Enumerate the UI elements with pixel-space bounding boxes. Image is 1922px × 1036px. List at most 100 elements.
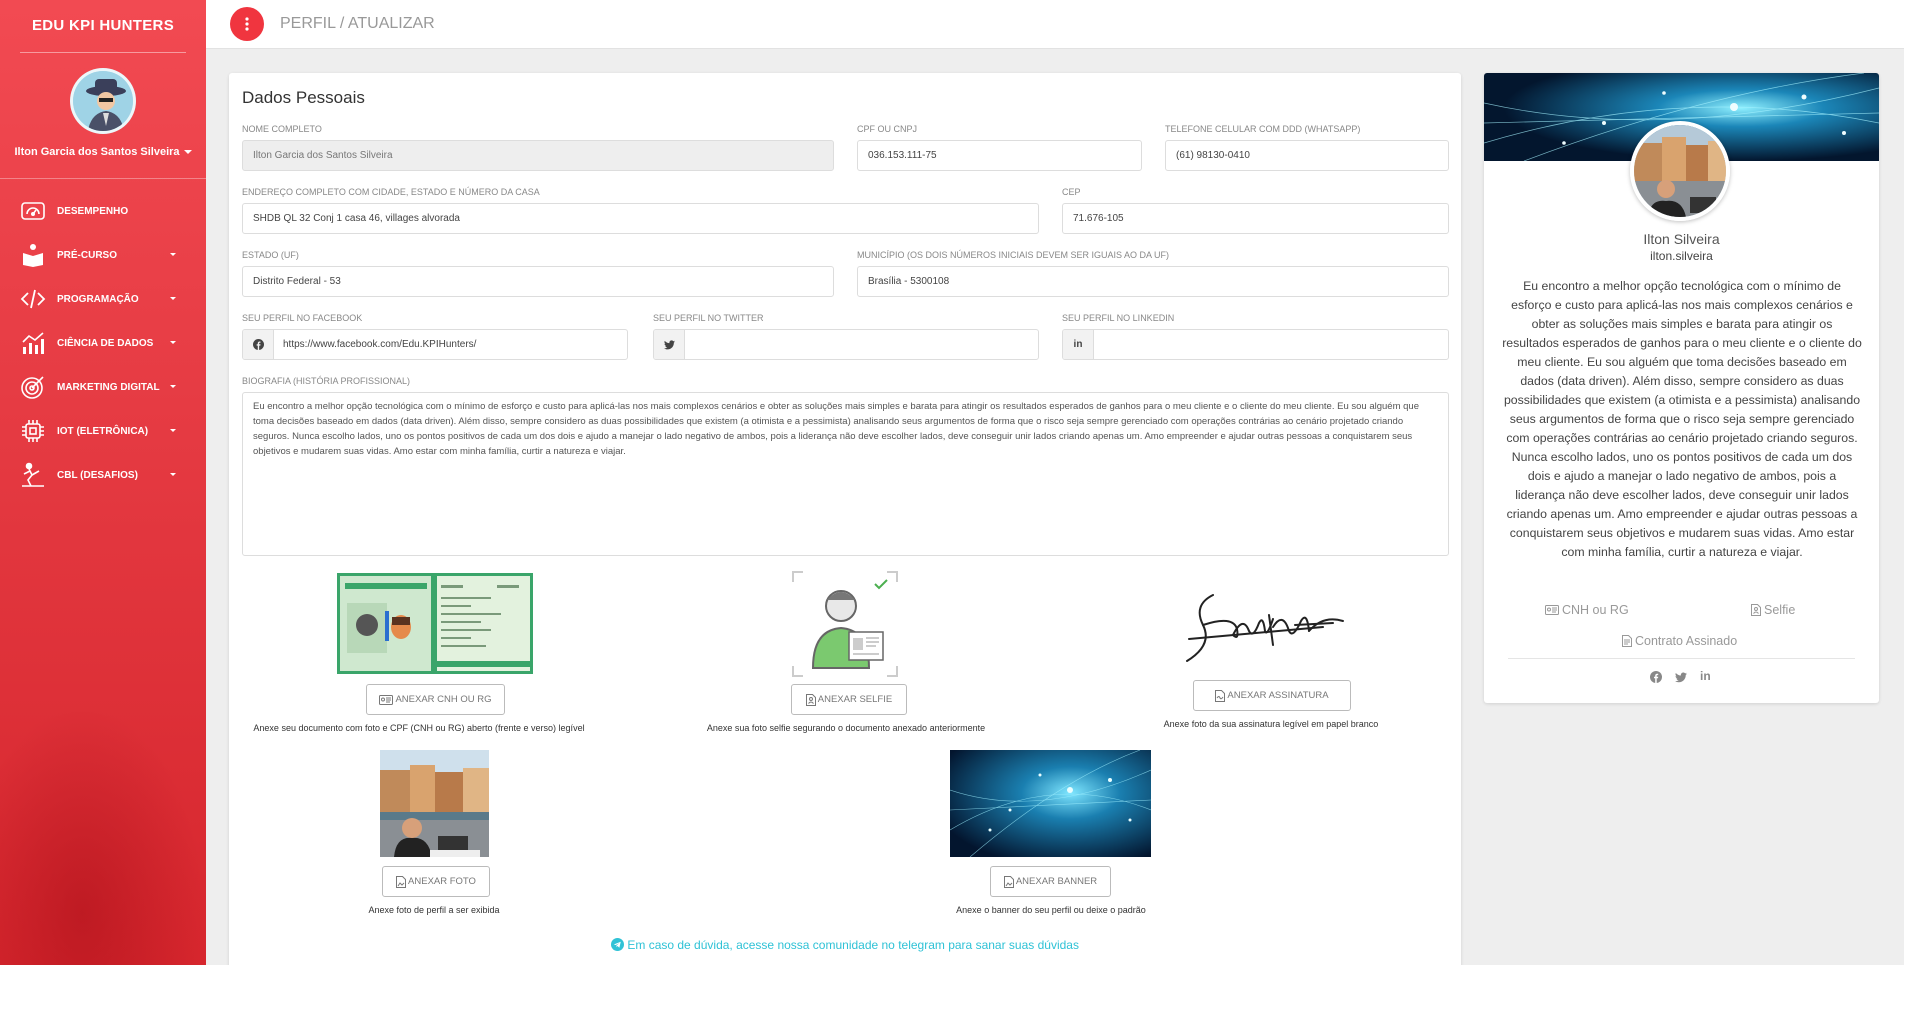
menu-button[interactable]: [230, 7, 264, 41]
file-signature-icon: [1215, 689, 1226, 702]
banner-image: [950, 750, 1151, 857]
user-menu-toggle[interactable]: Ilton Garcia dos Santos Silveira: [0, 146, 206, 158]
selfie-placeholder-image: [791, 570, 899, 678]
code-icon: [20, 289, 46, 309]
profile-preview-card: Ilton Silveira ilton.silveira Eu encontr…: [1484, 73, 1879, 703]
attach-banner-label: ANEXAR BANNER: [1015, 876, 1098, 887]
attach-photo-button[interactable]: ANEXAR FOTO: [382, 866, 490, 897]
sidebar-item-label: MARKETING DIGITAL: [57, 381, 160, 393]
nome-label: NOME COMPLETO: [242, 124, 322, 134]
profile-link-cnh[interactable]: CNH ou RG: [1545, 603, 1629, 617]
chip-icon: [22, 420, 44, 442]
chevron-down-icon: [170, 473, 176, 476]
avatar[interactable]: [70, 68, 136, 134]
cpf-label: CPF OU CNPJ: [857, 124, 918, 134]
twitter-field[interactable]: [653, 329, 1039, 360]
bio-textarea[interactable]: Eu encontro a melhor opção tecnológica c…: [242, 392, 1449, 556]
cpf-field[interactable]: 036.153.111-75: [857, 140, 1142, 171]
attach-photo-label: ANEXAR FOTO: [408, 876, 476, 887]
endereco-field[interactable]: SHDB QL 32 Conj 1 casa 46, villages alvo…: [242, 203, 1039, 234]
brand-title[interactable]: EDU KPI HUNTERS: [0, 0, 206, 52]
municipio-select[interactable]: Brasília - 5300108: [857, 266, 1449, 297]
profile-link-contrato-label: Contrato Assinado: [1635, 634, 1738, 648]
attach-selfie-button[interactable]: ANEXAR SELFIE: [791, 684, 907, 715]
chevron-down-icon: [170, 341, 176, 344]
twitter-icon[interactable]: [1675, 670, 1687, 688]
chevron-down-icon: [170, 297, 176, 300]
sidebar-item-label: IOT (ELETRÔNICA): [57, 425, 149, 437]
chevron-down-icon: [170, 429, 176, 432]
personal-data-card: Dados Pessoais NOME COMPLETO Ilton Garci…: [229, 73, 1461, 965]
sidebar-nav: DESEMPENHO PRÉ-CURSO PROGRAMAÇÃO CIÊNCIA…: [0, 189, 206, 497]
profile-link-selfie[interactable]: Selfie: [1751, 603, 1795, 617]
attach-signature-button[interactable]: ANEXAR ASSINATURA: [1193, 680, 1351, 711]
sidebar-item-label: PROGRAMAÇÃO: [57, 293, 139, 305]
facebook-field[interactable]: https://www.facebook.com/Edu.KPIHunters/: [242, 329, 628, 360]
nome-field: Ilton Garcia dos Santos Silveira: [242, 140, 834, 171]
sidebar-item-marketing-digital[interactable]: MARKETING DIGITAL: [0, 365, 206, 409]
facebook-label: SEU PERFIL NO FACEBOOK: [242, 313, 363, 323]
cnh-caption: Anexe seu documento com foto e CPF (CNH …: [253, 723, 585, 733]
signature-caption: Anexe foto da sua assinatura legível em …: [1163, 719, 1379, 729]
banner-caption: Anexe o banner do seu perfil ou deixe o …: [956, 905, 1146, 915]
estado-select[interactable]: Distrito Federal - 53: [242, 266, 834, 297]
profile-link-cnh-label: CNH ou RG: [1562, 603, 1629, 617]
twitter-label: SEU PERFIL NO TWITTER: [653, 313, 764, 323]
bio-label: BIOGRAFIA (HISTÓRIA PROFISSIONAL): [242, 376, 411, 386]
sidebar-item-iot[interactable]: IOT (ELETRÔNICA): [0, 409, 206, 453]
sidebar-item-programacao[interactable]: PROGRAMAÇÃO: [0, 277, 206, 321]
municipio-label: MUNICÍPIO (OS DOIS NÚMEROS INICIAIS DEVE…: [857, 250, 1170, 260]
file-person-icon: [1751, 604, 1761, 616]
cnh-document-image: [337, 573, 533, 674]
cep-field[interactable]: 71.676-105: [1062, 203, 1449, 234]
cep-label: CEP: [1062, 187, 1081, 197]
chevron-down-icon: [183, 150, 192, 155]
more-vertical-icon: [245, 17, 249, 31]
endereco-label: ENDEREÇO COMPLETO COM CIDADE, ESTADO E N…: [242, 187, 540, 197]
profile-avatar[interactable]: [1630, 121, 1730, 221]
signature-image: [1173, 575, 1347, 669]
reader-book-icon: [23, 244, 43, 267]
file-image-icon: [396, 875, 407, 888]
facebook-value: https://www.facebook.com/Edu.KPIHunters/: [283, 339, 477, 350]
twitter-icon: [654, 330, 685, 359]
attach-cnh-label: ANEXAR CNH OU RG: [395, 694, 492, 705]
sidebar-item-label: CBL (DESAFIOS): [57, 469, 138, 481]
telegram-help-link[interactable]: Em caso de dúvida, acesse nossa comunida…: [229, 938, 1461, 952]
photo-caption: Anexe foto de perfil a ser exibida: [368, 905, 500, 915]
profile-bio: Eu encontro a melhor opção tecnológica c…: [1502, 279, 1862, 559]
linkedin-icon: in: [1063, 330, 1094, 359]
attach-cnh-button[interactable]: ANEXAR CNH OU RG: [366, 684, 505, 715]
card-title: Dados Pessoais: [242, 88, 365, 107]
facebook-icon[interactable]: [1650, 670, 1662, 688]
climber-icon: [22, 462, 44, 487]
telegram-icon: [611, 938, 625, 951]
chevron-down-icon: [170, 253, 176, 256]
linkedin-icon[interactable]: in: [1700, 670, 1711, 682]
linkedin-label: SEU PERFIL NO LINKEDIN: [1062, 313, 1175, 323]
attach-selfie-label: ANEXAR SELFIE: [817, 694, 893, 705]
page-title: PERFIL / ATUALIZAR: [280, 15, 435, 32]
file-contract-icon: [1622, 635, 1632, 647]
sidebar-item-cbl[interactable]: CBL (DESAFIOS): [0, 453, 206, 497]
sidebar-user-name: Ilton Garcia dos Santos Silveira: [14, 146, 180, 158]
chart-growth-icon: [22, 332, 44, 354]
topbar: PERFIL / ATUALIZAR: [206, 0, 1904, 49]
profile-link-contrato[interactable]: Contrato Assinado: [1622, 634, 1737, 648]
sidebar-item-label: PRÉ-CURSO: [57, 249, 118, 261]
telefone-field[interactable]: (61) 98130-0410: [1165, 140, 1449, 171]
chevron-down-icon: [170, 385, 176, 388]
linkedin-field[interactable]: in: [1062, 329, 1449, 360]
profile-name: Ilton Silveira: [1643, 231, 1720, 247]
facebook-icon: [243, 330, 274, 359]
telegram-help-text: Em caso de dúvida, acesse nossa comunida…: [627, 938, 1079, 952]
sidebar-item-pre-curso[interactable]: PRÉ-CURSO: [0, 233, 206, 277]
profile-link-selfie-label: Selfie: [1764, 603, 1796, 617]
sidebar-item-desempenho[interactable]: DESEMPENHO: [0, 189, 206, 233]
profile-username: ilton.silveira: [1650, 249, 1713, 263]
sidebar-item-ciencia-de-dados[interactable]: CIÊNCIA DE DADOS: [0, 321, 206, 365]
profile-photo-image: [380, 750, 489, 857]
sidebar-user: Ilton Garcia dos Santos Silveira: [0, 53, 206, 179]
attach-banner-button[interactable]: ANEXAR BANNER: [990, 866, 1111, 897]
app-viewport: EDU KPI HUNTERS Ilton Garcia dos Santos …: [0, 0, 1904, 965]
